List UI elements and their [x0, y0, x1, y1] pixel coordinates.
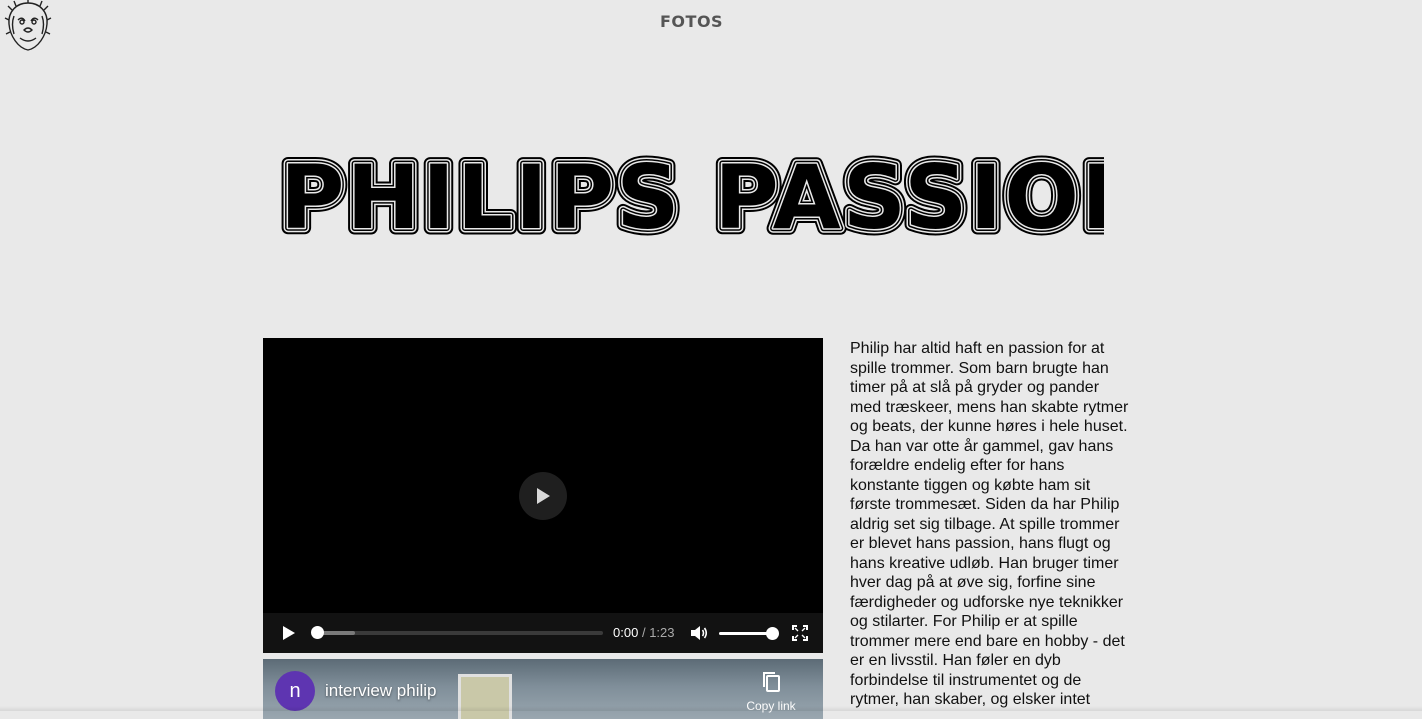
nav-link-fotos[interactable]: FOTOS: [660, 12, 723, 31]
embed-title[interactable]: interview philip: [325, 681, 437, 701]
video-player[interactable]: 0:00 / 1:23: [263, 338, 823, 653]
copy-icon: [763, 672, 780, 692]
avatar-letter: n: [289, 679, 301, 702]
video-play-overlay-button[interactable]: [519, 472, 567, 520]
lion-head-icon: [4, 0, 52, 51]
play-button[interactable]: [280, 625, 296, 641]
seek-bar[interactable]: [311, 626, 603, 639]
fullscreen-icon: [792, 625, 808, 641]
volume-icon: [691, 626, 708, 640]
volume-slider[interactable]: [719, 627, 779, 640]
embed-thumbnail-window: [458, 674, 512, 719]
mute-button[interactable]: [690, 625, 708, 641]
play-icon: [537, 488, 550, 504]
duration: 1:23: [649, 625, 675, 640]
site-logo[interactable]: [4, 0, 52, 52]
hero-title: .t { font-family:"DejaVu Sans", sans-ser…: [278, 146, 1104, 238]
article-text: Philip har altid haft en passion for at …: [850, 340, 1129, 708]
time-display: 0:00 / 1:23: [613, 625, 675, 640]
hero-title-text: PHILIPS PASSION: [280, 146, 1104, 238]
fullscreen-button[interactable]: [792, 625, 808, 641]
play-icon: [283, 626, 295, 640]
channel-avatar[interactable]: n: [275, 671, 315, 711]
page-bottom-shadow: [0, 706, 1422, 711]
time-separator: /: [641, 625, 646, 640]
seek-thumb[interactable]: [311, 626, 324, 639]
video-controls: 0:00 / 1:23: [263, 613, 823, 653]
current-time: 0:00: [613, 625, 639, 640]
volume-thumb[interactable]: [766, 627, 779, 640]
